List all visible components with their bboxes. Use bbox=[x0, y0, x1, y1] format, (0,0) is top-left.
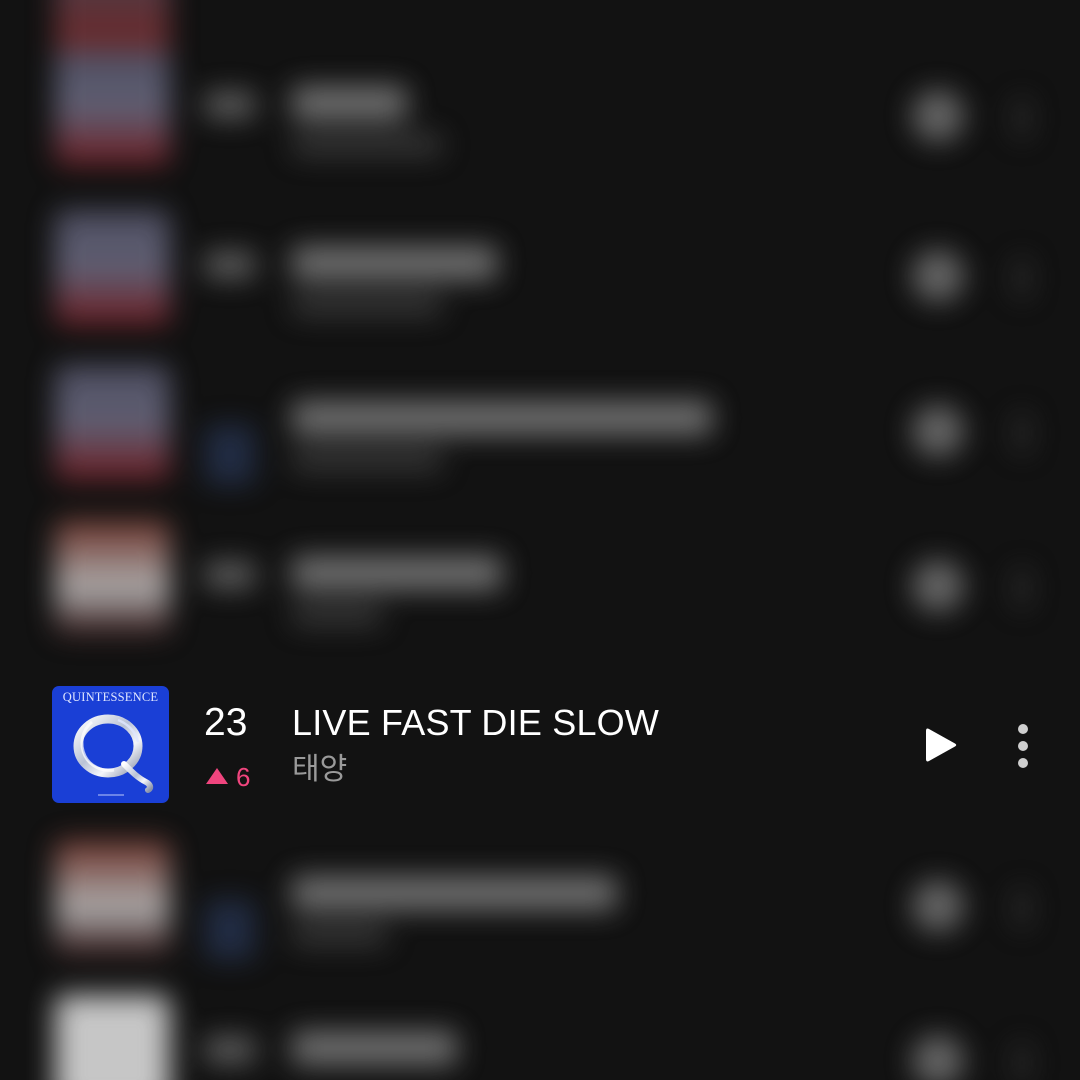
chart-rank: 23 bbox=[204, 701, 248, 744]
blurred-row[interactable] bbox=[0, 345, 1080, 495]
blurred-row[interactable] bbox=[0, 190, 1080, 340]
triangle-up-icon bbox=[206, 768, 228, 784]
play-icon bbox=[926, 728, 957, 762]
song-title[interactable]: LIVE FAST DIE SLOW bbox=[292, 702, 659, 744]
blurred-row[interactable] bbox=[0, 30, 1080, 180]
song-artist[interactable]: 태양 bbox=[292, 752, 347, 788]
album-cover-art bbox=[73, 714, 154, 796]
blurred-row[interactable] bbox=[0, 975, 1080, 1080]
blurred-row[interactable] bbox=[0, 820, 1080, 970]
chart-screen: QUINTESSENCE 23 6 LIVE FAST DIE SLOW 태양 bbox=[0, 0, 1080, 1080]
blurred-chart-list bbox=[0, 0, 1080, 1080]
album-cover[interactable]: QUINTESSENCE bbox=[52, 686, 169, 803]
rank-change-value: 6 bbox=[236, 761, 251, 792]
more-options-button[interactable] bbox=[1004, 720, 1042, 772]
blurred-row[interactable] bbox=[0, 500, 1080, 650]
rank-change: 6 bbox=[206, 762, 250, 792]
chart-row[interactable]: QUINTESSENCE 23 6 LIVE FAST DIE SLOW 태양 bbox=[0, 676, 1080, 812]
play-button[interactable] bbox=[918, 722, 964, 768]
